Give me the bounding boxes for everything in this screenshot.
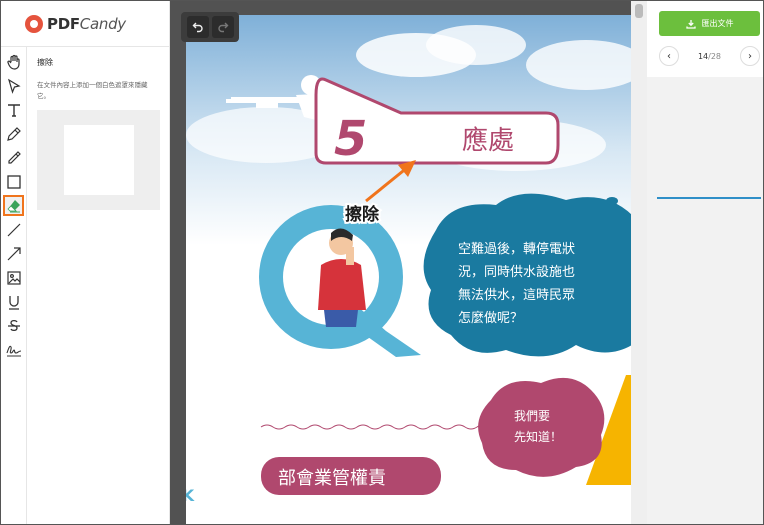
pen-tool[interactable] [3, 123, 24, 144]
scrollbar-thumb[interactable] [635, 4, 643, 18]
signature-tool[interactable] [3, 339, 24, 360]
canvas-scrollbar[interactable] [631, 1, 647, 524]
page-thumbnail-highlight [657, 197, 761, 199]
eraser-icon [6, 199, 20, 212]
hand-tool[interactable] [3, 51, 24, 72]
eraser-options-panel: 擦除 在文件內容上添加一個白色遮罩來隱藏它。 [27, 47, 170, 524]
hand-icon [6, 54, 20, 70]
bottom-section-title: 部會業管權責 [278, 468, 386, 489]
eraser-preview [37, 110, 160, 210]
app-window: PDFCandy 擦除 在文件內容上添加一個白色遮罩來隱藏它。 5 應處 空難過… [0, 0, 764, 525]
page-navigator: ‹ 14/28 › [659, 45, 760, 67]
text-tool[interactable] [3, 99, 24, 120]
export-button-label: 匯出文件 [701, 19, 734, 28]
arrow-tool[interactable] [3, 243, 24, 264]
section-heading: 應處 [462, 126, 514, 156]
document-canvas[interactable]: 5 應處 空難過後，轉停電狀 況，同時供水設施也 無法供水，這時民眾 怎麼做呢？… [170, 1, 647, 524]
section-number: 5 [334, 111, 367, 167]
line-icon [7, 223, 20, 236]
previous-page-button[interactable]: ‹ [659, 46, 679, 66]
download-icon [685, 19, 696, 29]
strikethrough-tool[interactable] [3, 315, 24, 336]
panel-description: 在文件內容上添加一個白色遮罩來隱藏它。 [37, 81, 148, 100]
chevron-right-icon: › [747, 50, 752, 62]
candy-logo-icon [25, 14, 43, 33]
eraser-tool[interactable] [3, 195, 24, 216]
strikethrough-icon [7, 319, 20, 331]
select-tool[interactable] [3, 75, 24, 96]
watermark-text: PK [186, 486, 195, 505]
undo-button[interactable] [186, 16, 209, 38]
pencil-icon [7, 150, 21, 164]
page-indicator: 14/28 [697, 51, 722, 61]
tool-rail [1, 47, 27, 524]
signature-icon [5, 345, 21, 357]
next-page-button[interactable]: › [739, 46, 760, 66]
page-illustration: 5 應處 空難過後，轉停電狀 況，同時供水設施也 無法供水，這時民眾 怎麼做呢？… [186, 25, 632, 505]
right-panel-header: 匯出文件 ‹ 14/28 › [647, 1, 763, 77]
underline-icon [8, 295, 19, 310]
image-icon [6, 270, 21, 285]
underline-tool[interactable] [3, 291, 24, 312]
eraser-annotation-label: 擦除 [345, 204, 380, 225]
rectangle-icon [6, 174, 21, 189]
undo-icon [192, 22, 203, 33]
line-tool[interactable] [3, 219, 24, 240]
redo-button[interactable] [211, 16, 234, 38]
cursor-icon [7, 78, 21, 94]
right-panel: 匯出文件 ‹ 14/28 › [647, 1, 763, 524]
undo-redo-group [181, 12, 239, 42]
pen-icon [6, 126, 21, 141]
rectangle-tool[interactable] [3, 171, 24, 192]
logo-bar: PDFCandy [1, 1, 170, 47]
logo-text[interactable]: PDFCandy [47, 15, 126, 33]
pencil-tool[interactable] [3, 147, 24, 168]
arrow-icon [7, 246, 21, 260]
text-icon [7, 103, 20, 117]
panel-title: 擦除 [37, 58, 53, 67]
redo-icon [217, 22, 228, 33]
export-document-button[interactable]: 匯出文件 [659, 11, 760, 36]
eraser-preview-swatch [63, 125, 134, 195]
chevron-left-icon: ‹ [667, 50, 671, 62]
image-tool[interactable] [3, 267, 24, 288]
document-page[interactable]: 5 應處 空難過後，轉停電狀 況，同時供水設施也 無法供水，這時民眾 怎麼做呢？… [186, 15, 632, 524]
